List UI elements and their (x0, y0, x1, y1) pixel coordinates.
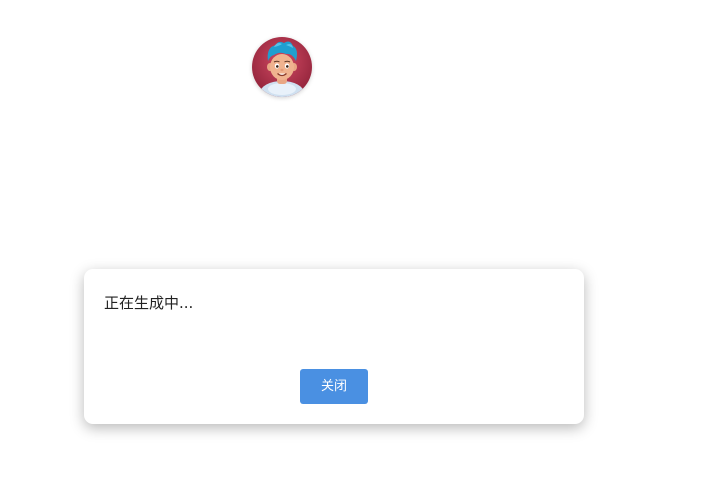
generating-dialog: 正在生成中... 关闭 (84, 269, 584, 424)
avatar (252, 37, 312, 97)
avatar-illustration (252, 37, 312, 97)
dialog-message: 正在生成中... (104, 294, 194, 312)
close-button[interactable]: 关闭 (300, 369, 368, 404)
page: 正在生成中... 关闭 (0, 0, 719, 491)
